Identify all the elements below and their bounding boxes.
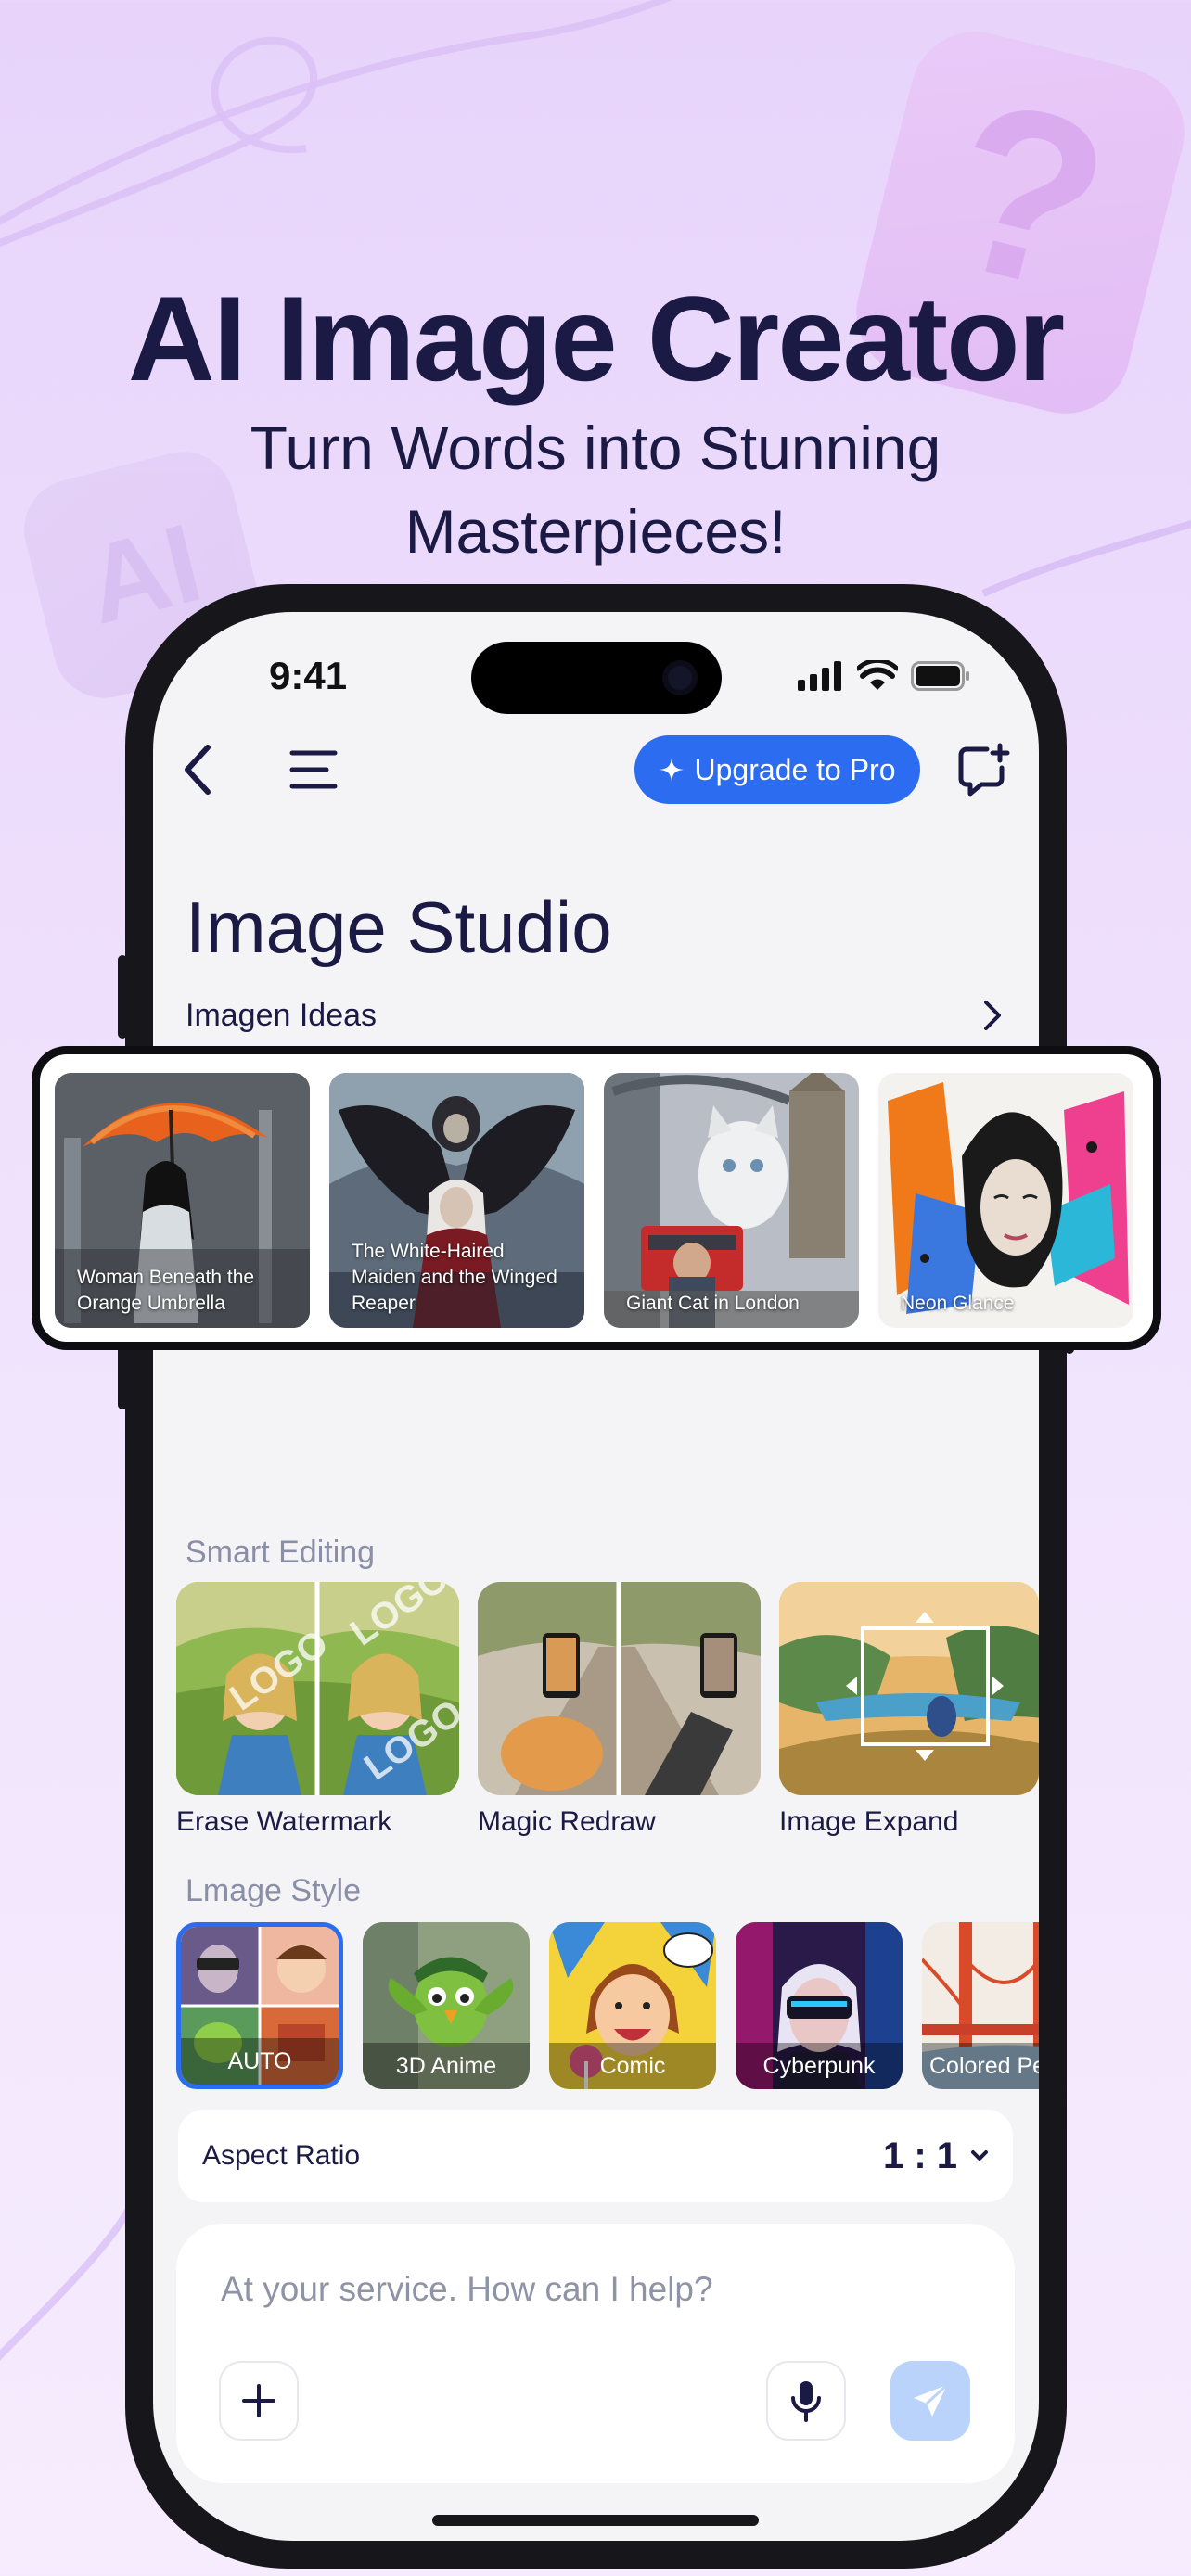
front-camera [662,660,698,695]
erase-watermark-label: Erase Watermark [176,1806,392,1837]
promo-headline: AI Image Creator [127,271,1065,406]
image-expand-art [779,1582,1039,1795]
image-style-label: Lmage Style [186,1873,361,1908]
idea-card-neon-glance[interactable]: Neon Glance [878,1073,1133,1328]
status-icons [798,660,970,692]
style-comic[interactable]: Comic [549,1922,716,2089]
image-expand-tool[interactable] [779,1582,1039,1795]
back-icon[interactable] [182,742,213,797]
upgrade-to-pro-button[interactable]: Upgrade to Pro [634,735,920,804]
idea-giant-cat-art [604,1073,859,1328]
home-indicator [432,2515,759,2526]
magic-redraw-art [478,1582,761,1795]
imagen-ideas-carousel[interactable]: Woman Beneath the Orange Umbrella The Wh… [32,1046,1161,1350]
menu-icon[interactable] [289,749,338,790]
send-icon [914,2383,949,2417]
aspect-ratio-selector[interactable]: Aspect Ratio 1 : 1 [178,2110,1013,2202]
promo-subline-line-1: Turn Words into Stunning [250,414,941,482]
wifi-icon [857,660,898,690]
idea-caption: Neon Glance [901,1293,1015,1314]
new-chat-icon[interactable] [955,742,1011,797]
style-colored-pencil[interactable]: Colored Pe [922,1922,1039,2089]
style-label: AUTO [181,2038,339,2085]
imagen-ideas-header[interactable]: Imagen Ideas [186,992,1002,1039]
magic-redraw-tool[interactable] [478,1582,761,1795]
microphone-icon [791,2381,821,2422]
plus-icon [242,2384,275,2417]
idea-caption: The White-Haired Maiden and the Winged R… [352,1241,557,1314]
image-expand-label: Image Expand [779,1806,959,1837]
aspect-ratio-label: Aspect Ratio [202,2140,361,2171]
chevron-right-icon[interactable] [983,1000,1002,1031]
promo-subline: Turn Words into Stunning Masterpieces! [0,406,1191,573]
upgrade-label: Upgrade to Pro [694,752,896,786]
prompt-input[interactable]: At your service. How can I help? [221,2270,713,2309]
idea-card-reaper[interactable]: The White-Haired Maiden and the Winged R… [329,1073,584,1328]
style-auto[interactable]: AUTO [176,1922,343,2089]
sparkle-icon [660,758,685,782]
idea-neon-glance-art [878,1073,1133,1328]
status-time: 9:41 [269,654,348,697]
idea-caption: Woman Beneath the Orange Umbrella [77,1267,255,1314]
style-label: 3D Anime [363,2043,530,2089]
aspect-ratio-value: 1 : 1 [882,2135,957,2176]
promo-subline-line-2: Masterpieces! [404,497,787,566]
idea-card-umbrella[interactable]: Woman Beneath the Orange Umbrella [55,1073,310,1328]
add-attachment-button[interactable] [219,2361,299,2441]
style-cyberpunk[interactable]: Cyberpunk [736,1922,903,2089]
erase-watermark-art: LOGO LOGO LOGO [176,1582,459,1795]
page-title: Image Studio [186,886,612,968]
style-label: Cyberpunk [736,2043,903,2089]
magic-redraw-label: Magic Redraw [478,1806,656,1837]
style-label: Comic [549,2043,716,2089]
phone-silent-switch [118,955,127,1039]
style-3d-anime[interactable]: 3D Anime [363,1922,530,2089]
imagen-ideas-label: Imagen Ideas [186,997,378,1033]
aspect-ratio-value-group[interactable]: 1 : 1 [883,2136,989,2177]
idea-caption: Giant Cat in London [626,1293,800,1314]
chat-composer: At your service. How can I help? [176,2224,1015,2483]
smart-editing-label: Smart Editing [186,1535,376,1570]
style-label: Colored Pe [922,2043,1039,2089]
erase-watermark-tool[interactable]: LOGO LOGO LOGO [176,1582,459,1795]
battery-icon [911,661,969,691]
idea-card-giant-cat[interactable]: Giant Cat in London [604,1073,859,1328]
voice-input-button[interactable] [766,2361,846,2441]
signal-icon [798,661,841,691]
send-button[interactable] [890,2361,970,2441]
chevron-down-icon [971,2150,988,2161]
